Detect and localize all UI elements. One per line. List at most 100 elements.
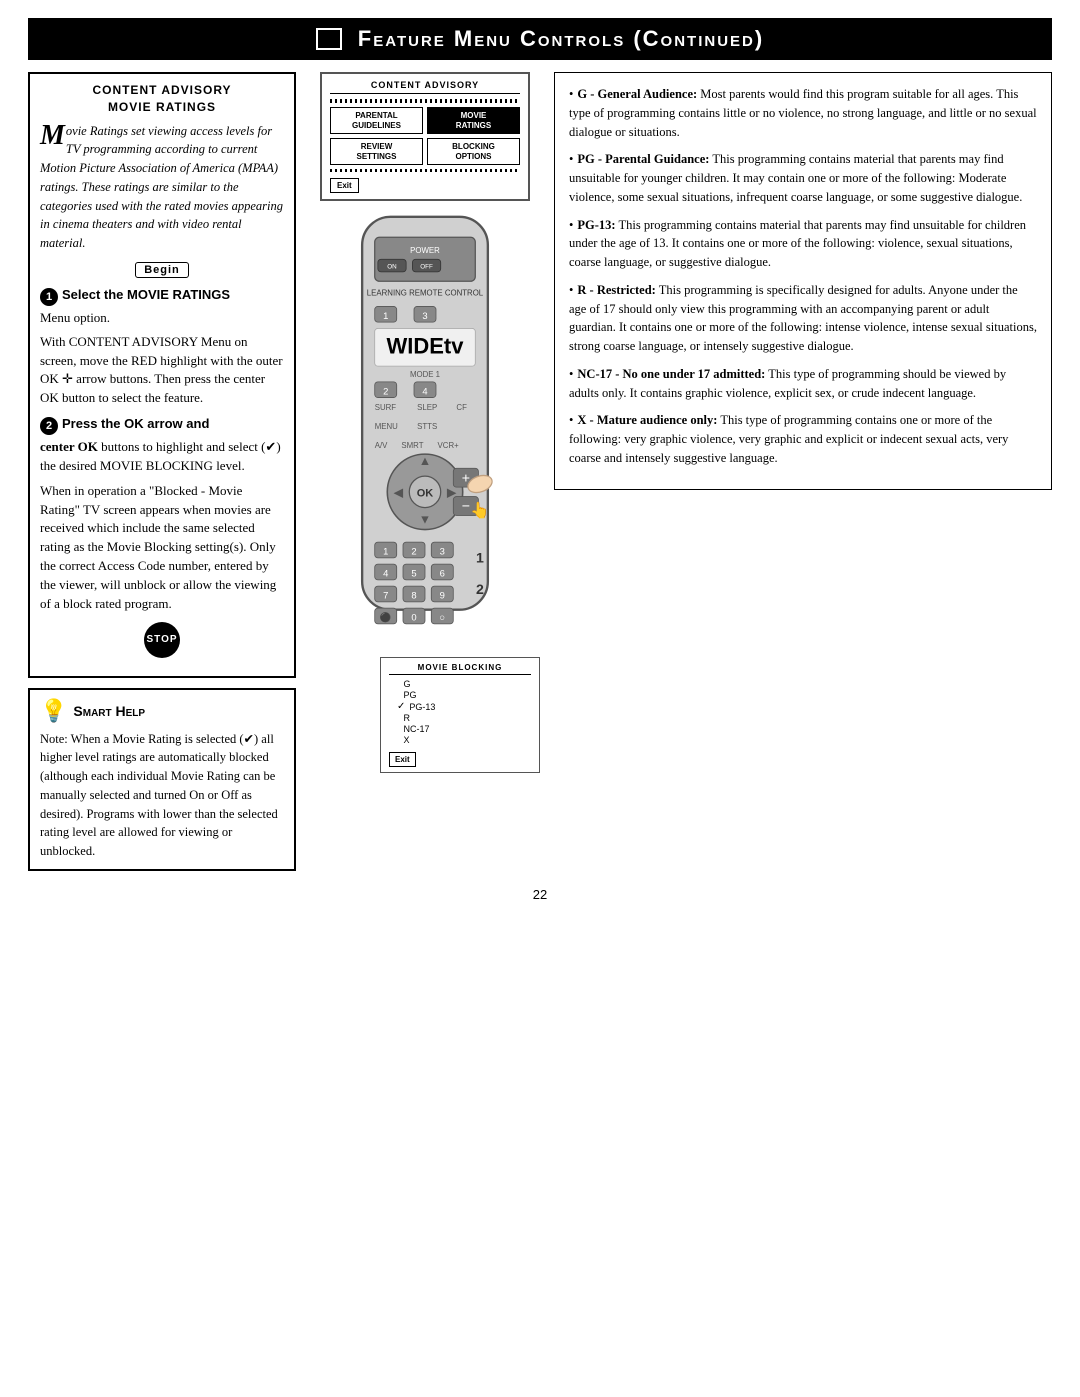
blocking-screen-row: Movie Blocking G PG ✓ PG-13 xyxy=(310,657,540,773)
svg-text:A/V: A/V xyxy=(375,441,388,450)
svg-text:3: 3 xyxy=(422,310,427,321)
step1-detail: With CONTENT ADVISORY Menu on screen, mo… xyxy=(40,333,284,408)
svg-text:4: 4 xyxy=(422,386,427,397)
rating-r: •R - Restricted: This programming is spe… xyxy=(569,281,1037,356)
screen1-btn-movie[interactable]: MOVIERATINGS xyxy=(427,107,520,134)
svg-text:OFF: OFF xyxy=(420,264,433,271)
svg-text:2: 2 xyxy=(476,581,484,597)
blocking-screen-title: Movie Blocking xyxy=(389,663,531,675)
screen1-btn-blocking[interactable]: BLOCKINGOPTIONS xyxy=(427,138,520,165)
svg-text:2: 2 xyxy=(411,546,416,557)
stop-icon: STOP xyxy=(144,622,180,658)
screen1-buttons: PARENTALGUIDELINES MOVIERATINGS REVIEWSE… xyxy=(330,107,520,165)
svg-text:VCR+: VCR+ xyxy=(438,441,460,450)
step1-block: Begin 1 Select the MOVIE RATINGS Menu op… xyxy=(40,261,284,408)
smart-help-box: 💡 Smart Help Note: When a Movie Rating i… xyxy=(28,688,296,871)
rating-g: •G - General Audience: Most parents woul… xyxy=(569,85,1037,141)
step1-title: Select the MOVIE RATINGS xyxy=(62,287,230,302)
content-advisory-screen: Content Advisory PARENTALGUIDELINES MOVI… xyxy=(320,72,530,201)
svg-text:👆: 👆 xyxy=(470,501,490,520)
remote-container: POWER ON OFF LEARNING REMOTE CONTROL 1 3… xyxy=(320,209,530,649)
svg-text:WIDEtv: WIDEtv xyxy=(387,334,465,359)
step2-label: 2 Press the OK arrow and xyxy=(40,416,284,435)
advisory-header-line2: Movie Ratings xyxy=(40,99,284,116)
stop-badge: STOP xyxy=(40,622,284,658)
svg-text:MENU: MENU xyxy=(375,422,398,431)
movie-blocking-screen: Movie Blocking G PG ✓ PG-13 xyxy=(380,657,540,773)
svg-text:◀: ◀ xyxy=(393,486,403,500)
check-placeholder-nc17 xyxy=(397,724,400,734)
svg-text:SLEP: SLEP xyxy=(417,404,437,413)
svg-text:POWER: POWER xyxy=(410,246,440,255)
step2-extra: When in operation a "Blocked - Movie Rat… xyxy=(40,482,284,614)
svg-text:−: − xyxy=(462,498,470,514)
page-title: Feature Menu Controls (Continued) xyxy=(358,26,764,52)
blocking-item-pg: PG xyxy=(397,690,531,700)
rating-pg: •PG - Parental Guidance: This programmin… xyxy=(569,150,1037,206)
step2-block: 2 Press the OK arrow and center OK butto… xyxy=(40,416,284,614)
screen1-exit-btn[interactable]: Exit xyxy=(330,178,359,193)
screen1-btn-parental[interactable]: PARENTALGUIDELINES xyxy=(330,107,423,134)
svg-text:SMRT: SMRT xyxy=(401,441,423,450)
advisory-body: Movie Ratings set viewing access levels … xyxy=(40,122,284,253)
step1-number: 1 xyxy=(40,288,58,306)
svg-text:▼: ▼ xyxy=(419,513,431,527)
svg-text:3: 3 xyxy=(440,546,445,557)
svg-text:STTS: STTS xyxy=(417,422,437,431)
svg-text:1: 1 xyxy=(383,310,388,321)
svg-text:CF: CF xyxy=(456,404,467,413)
blocking-exit-btn[interactable]: Exit xyxy=(389,752,416,767)
corner-box-icon xyxy=(316,28,342,50)
rating-pg13: •PG-13: This programming contains materi… xyxy=(569,216,1037,272)
screen1-btn-review[interactable]: REVIEWSETTINGS xyxy=(330,138,423,165)
remote-svg: POWER ON OFF LEARNING REMOTE CONTROL 1 3… xyxy=(325,209,525,649)
svg-text:8: 8 xyxy=(411,590,416,601)
step2-detail: center OK buttons to highlight and selec… xyxy=(40,438,284,476)
drop-cap: M xyxy=(40,124,65,148)
left-column: Content Advisory Movie Ratings Movie Rat… xyxy=(28,72,296,871)
blocking-item-x: X xyxy=(397,735,531,745)
page-number: 22 xyxy=(28,887,1052,902)
lightbulb-icon: 💡 xyxy=(40,698,67,724)
check-mark-pg13: ✓ xyxy=(397,701,405,712)
step2-number: 2 xyxy=(40,417,58,435)
smart-help-header: 💡 Smart Help xyxy=(40,698,284,724)
page-header: Feature Menu Controls (Continued) xyxy=(28,18,1052,60)
blocking-items-list: G PG ✓ PG-13 R xyxy=(389,679,531,745)
step1-label: 1 Select the MOVIE RATINGS xyxy=(40,287,284,306)
check-placeholder-g xyxy=(397,679,400,689)
svg-text:0: 0 xyxy=(411,612,416,623)
svg-text:⚫: ⚫ xyxy=(380,612,392,624)
smart-help-body: Note: When a Movie Rating is selected (✔… xyxy=(40,730,284,861)
svg-text:7: 7 xyxy=(383,590,388,601)
check-placeholder-x xyxy=(397,735,400,745)
content-advisory-box: Content Advisory Movie Ratings Movie Rat… xyxy=(28,72,296,678)
svg-text:1: 1 xyxy=(383,546,388,557)
check-placeholder-pg xyxy=(397,690,400,700)
svg-text:LEARNING REMOTE CONTROL: LEARNING REMOTE CONTROL xyxy=(367,289,484,298)
right-column: •G - General Audience: Most parents woul… xyxy=(554,72,1052,490)
smart-help-title: Smart Help xyxy=(73,703,145,719)
blocking-item-pg13: ✓ PG-13 xyxy=(397,701,531,712)
svg-text:6: 6 xyxy=(440,568,445,579)
svg-text:5: 5 xyxy=(411,568,416,579)
rating-nc17: •NC-17 - No one under 17 admitted: This … xyxy=(569,365,1037,403)
advisory-header-line1: Content Advisory xyxy=(40,82,284,99)
blocking-item-nc17: NC-17 xyxy=(397,724,531,734)
svg-text:○: ○ xyxy=(439,612,445,623)
svg-text:▲: ▲ xyxy=(419,455,431,469)
blocking-item-g: G xyxy=(397,679,531,689)
step2-title: Press the OK arrow and xyxy=(62,416,209,431)
svg-text:2: 2 xyxy=(383,386,388,397)
main-layout: Content Advisory Movie Ratings Movie Rat… xyxy=(28,72,1052,871)
svg-text:SURF: SURF xyxy=(375,404,397,413)
svg-text:9: 9 xyxy=(440,590,445,601)
check-placeholder-r xyxy=(397,713,400,723)
step1-sub: Menu option. xyxy=(40,309,284,328)
advisory-header: Content Advisory Movie Ratings xyxy=(40,82,284,116)
svg-text:1: 1 xyxy=(476,550,484,566)
svg-text:4: 4 xyxy=(383,568,388,579)
begin-badge: Begin xyxy=(135,262,189,278)
svg-text:ON: ON xyxy=(387,264,397,271)
screen1-title: Content Advisory xyxy=(330,80,520,94)
